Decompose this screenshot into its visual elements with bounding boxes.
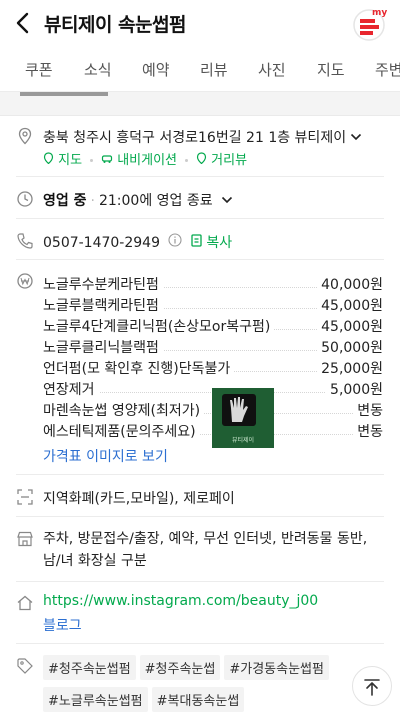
navigation-link[interactable]: 내비게이션 <box>101 149 177 168</box>
won-icon <box>16 272 34 290</box>
store-icon <box>16 530 34 548</box>
list-item: 노글루4단계클리닉펌(손상모or복구펌) 45,000원 <box>43 314 383 336</box>
tab-map[interactable]: 지도 <box>317 59 345 80</box>
page-title: 뷰티제이 속눈썹펌 <box>44 14 186 36</box>
streetview-link[interactable]: 거리뷰 <box>196 149 247 168</box>
list-item: 노글루클리닉블랙펌 50,000원 <box>43 335 383 357</box>
copy-button[interactable]: 복사 <box>191 234 233 251</box>
tab-news[interactable]: 소식 <box>84 59 112 80</box>
hand-image-icon <box>230 397 248 422</box>
streetview-link-label: 거리뷰 <box>211 153 248 168</box>
divider <box>16 218 384 219</box>
my-logo-text: my <box>372 8 387 18</box>
instagram-link[interactable]: https://www.instagram.com/beauty_j00 <box>43 593 318 609</box>
tab-reviews[interactable]: 리뷰 <box>200 59 228 80</box>
tab-coupon[interactable]: 쿠폰 <box>25 59 53 80</box>
divider <box>16 643 384 644</box>
list-item: 언더펌(모 확인후 진행)단독불가 25,000원 <box>43 356 383 378</box>
list-item: 노글루수분케라틴펌 40,000원 <box>43 272 383 294</box>
price-image-link[interactable]: 가격표 이미지로 보기 <box>43 446 168 466</box>
home-icon <box>16 594 34 612</box>
address-text: 충북 청주시 흥덕구 서경로16번길 21 1층 뷰티제이 <box>43 130 347 146</box>
car-icon <box>101 155 113 163</box>
blog-link[interactable]: 블로그 <box>43 615 82 635</box>
navigation-link-label: 내비게이션 <box>117 153 178 168</box>
business-hours-row[interactable]: 영업 중 · 21:00에 영업 종료 <box>43 190 233 210</box>
back-arrow-icon[interactable] <box>12 10 36 36</box>
divider <box>16 474 384 475</box>
menu-thumbnail[interactable]: 뷰티제이 <box>212 388 274 448</box>
chevron-down-icon[interactable] <box>350 131 362 145</box>
amenities: 주차, 방문접수/출장, 예약, 무선 인터넷, 반려동물 동반, 남/녀 화장… <box>43 531 368 569</box>
payment-methods: 지역화폐(카드,모바일), 제로페이 <box>43 491 235 507</box>
scan-pay-icon <box>16 488 34 506</box>
tag-chip[interactable]: #노글루속눈썹펌 <box>43 687 148 712</box>
tag-chip[interactable]: #가경동속눈썹펌 <box>224 655 329 680</box>
location-pin-icon <box>16 127 34 145</box>
divider <box>16 581 384 582</box>
divider <box>16 516 384 517</box>
closing-time: 21:00에 영업 종료 <box>98 193 213 209</box>
tag-chip[interactable]: #청주속눈썹 <box>139 655 221 680</box>
address-row[interactable]: 충북 청주시 흥덕구 서경로16번길 21 1층 뷰티제이 <box>43 127 362 147</box>
address-links: 지도 내비게이션 거리뷰 <box>43 149 255 168</box>
tab-reservation[interactable]: 예약 <box>142 59 170 80</box>
chevron-down-icon[interactable] <box>221 193 233 209</box>
tag-chip[interactable]: #청주속눈썹펌 <box>43 655 136 680</box>
map-pin-icon <box>43 152 54 165</box>
copy-icon <box>191 234 202 247</box>
divider <box>16 259 384 260</box>
scroll-to-top-button[interactable] <box>352 666 392 706</box>
photo-strip-edge <box>0 92 400 116</box>
keyword-tags: #청주속눈썹펌 #청주속눈썹 #가경동속눈썹펌 #노글루속눈썹펌 #복대동속눈썹 <box>43 655 353 717</box>
phone-row: 0507-1470-2949 복사 <box>43 232 232 252</box>
tab-photos[interactable]: 사진 <box>258 59 286 80</box>
streetview-pin-icon <box>196 152 207 165</box>
open-status: 영업 중 <box>43 193 87 209</box>
clock-icon <box>16 190 34 208</box>
map-link-label: 지도 <box>58 153 83 168</box>
app-header: 뷰티제이 속눈썹펌 my <box>0 0 400 48</box>
copy-label: 복사 <box>206 235 233 251</box>
phone-icon <box>16 232 34 250</box>
map-link[interactable]: 지도 <box>43 149 82 168</box>
tab-nearby[interactable]: 주변 <box>375 59 400 80</box>
divider <box>16 176 384 177</box>
tag-chip[interactable]: #복대동속눈썹 <box>151 687 245 712</box>
phone-number[interactable]: 0507-1470-2949 <box>43 235 160 251</box>
arrow-up-icon <box>364 679 380 696</box>
thumbnail-caption: 뷰티제이 <box>231 436 255 444</box>
tab-bar: 쿠폰 소식 예약 리뷰 사진 지도 주변 <box>0 48 400 92</box>
list-item: 노글루블랙케라틴펌 45,000원 <box>43 293 383 315</box>
tag-icon <box>16 657 34 675</box>
my-profile-icon[interactable]: my <box>352 6 388 42</box>
info-icon[interactable] <box>168 233 186 251</box>
